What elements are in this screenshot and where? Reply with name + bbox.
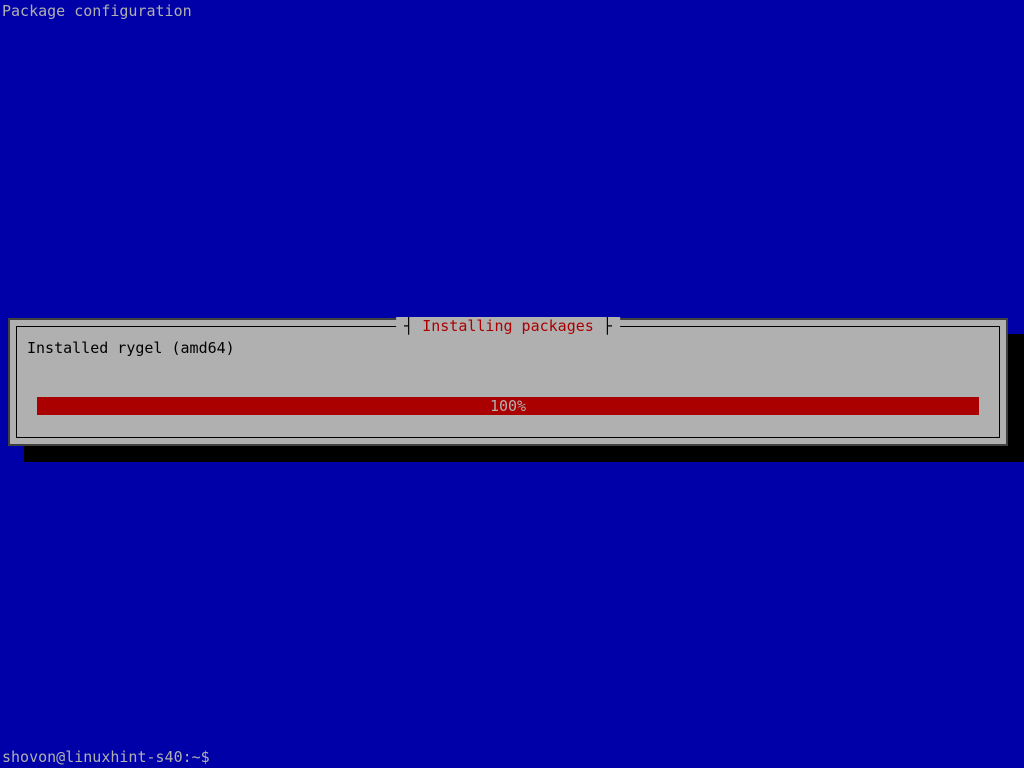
- dialog-title-wrapper: ┤ Installing packages ├: [396, 317, 620, 335]
- title-bracket-right: ├: [594, 317, 612, 335]
- install-dialog: ┤ Installing packages ├ Installed rygel …: [8, 318, 1008, 446]
- dialog-border: ┤ Installing packages ├ Installed rygel …: [16, 326, 1000, 438]
- terminal-prompt[interactable]: shovon@linuxhint-s40:~$: [2, 748, 219, 766]
- page-title: Package configuration: [2, 2, 192, 20]
- prompt-text: shovon@linuxhint-s40:~$: [2, 748, 210, 766]
- cursor: [210, 750, 219, 766]
- title-bracket-left: ┤: [404, 317, 422, 335]
- progress-bar: 100%: [37, 397, 979, 415]
- install-status: Installed rygel (amd64): [27, 339, 235, 357]
- dialog-title: Installing packages: [422, 317, 594, 335]
- progress-percent: 100%: [490, 397, 526, 415]
